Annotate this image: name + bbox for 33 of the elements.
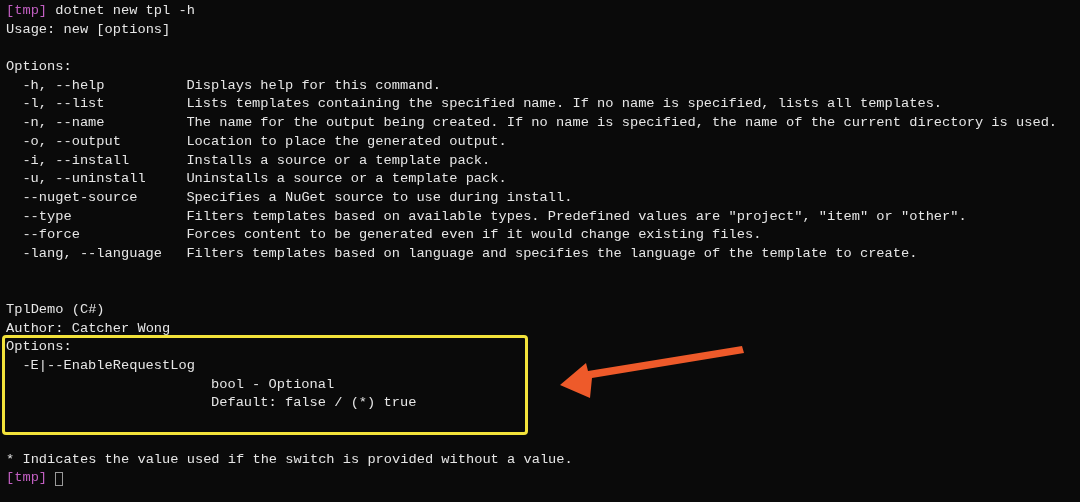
parameter-type: bool - Optional [211,375,335,394]
option-name: -lang, --language [22,245,163,261]
cursor [55,472,64,487]
option-name: --type [22,208,72,224]
template-author: Author: Catcher Wong [6,319,171,338]
parameter-name: -E|--EnableRequestLog [22,357,195,376]
option-description: Filters templates based on available types. Predefined values are "project", "item" or "other". [186,207,967,226]
option-name: -o, --output [22,133,121,149]
prompt-label: [tmp] [6,469,48,488]
option-name: -n, --name [22,115,105,131]
option-name: -h, --help [22,77,105,93]
option-description: Forces content to be generated even if it would change existing files. [186,226,762,245]
parameter-default: Default: false / (*) true [211,394,417,413]
usage-text: Usage: new [options] [6,20,171,39]
option-description: Lists templates containing the specified name. If no name is specified, lists all templates. [186,95,943,114]
option-description: Location to place the generated output. [186,132,507,151]
prompt-label: [tmp] [6,2,48,20]
option-description: Filters templates based on language and specifies the language of the template to create. [186,244,918,263]
option-description: Installs a source or a template pack. [186,151,491,170]
footnote-text: * Indicates the value used if the switch is provided without a value. [6,450,573,469]
template-options-heading: Options: [6,338,72,357]
option-name: --force [22,227,80,243]
option-name: --nuget-source [22,189,138,205]
option-description: Uninstalls a source or a template pack. [186,170,507,189]
option-name: -u, --uninstall [22,171,146,187]
options-heading: Options: [6,58,72,77]
option-name: -l, --list [22,96,105,112]
option-description: Specifies a NuGet source to use during install. [186,188,573,207]
template-title: TplDemo (C#) [6,301,105,319]
command-text: dotnet new tpl -h [55,2,195,20]
option-description: The name for the output being created. If no name is specified, the name of the current directory is used. [186,114,1058,133]
option-description: Displays help for this command. [186,76,442,95]
option-name: -i, --install [22,152,130,168]
